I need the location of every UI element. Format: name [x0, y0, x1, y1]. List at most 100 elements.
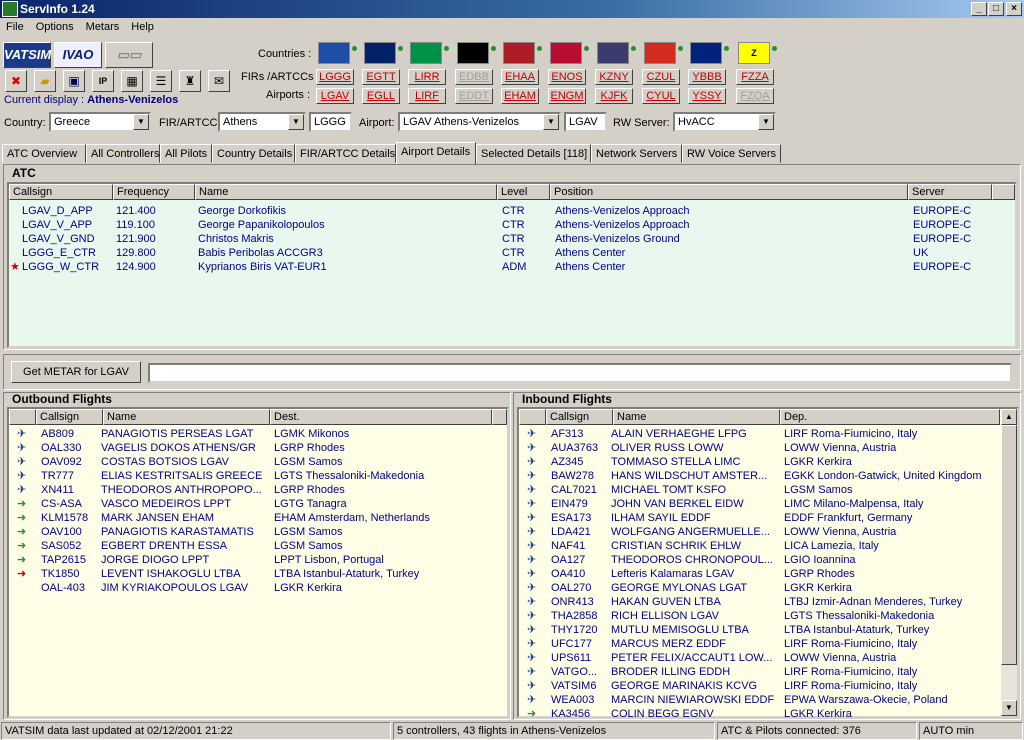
chevron-down-icon[interactable]: ▼	[758, 114, 774, 130]
table-row[interactable]: ✈ BAW278 HANS WILDSCHUT AMSTER... EGKK Lond…	[519, 469, 1001, 483]
tab-rw-voice-servers[interactable]: RW Voice Servers	[682, 144, 781, 163]
minimize-button[interactable]: _	[971, 2, 987, 16]
fir-button-lggg[interactable]: LGGG	[316, 69, 354, 85]
airport-button-kjfk[interactable]: KJFK	[595, 88, 633, 104]
message-icon[interactable]: ✉	[208, 70, 230, 92]
table-row[interactable]: ✈ CAL7021 MICHAEL TOMT KSFO LGSM Samos	[519, 483, 1001, 497]
menu-options[interactable]: Options	[36, 21, 74, 33]
rw-server-select[interactable]: HvACC ▼	[673, 112, 776, 132]
flag-canada[interactable]	[644, 42, 676, 64]
fir-button-czul[interactable]: CZUL	[642, 69, 680, 85]
table-row[interactable]: LGAV_V_APP 119.100 George Papanikolopoulos…	[9, 218, 1015, 232]
close-window-button[interactable]: ×	[1006, 2, 1022, 16]
table-row[interactable]: LGGG_E_CTR 129.800 Babis Peribolas ACCGR3 C…	[9, 246, 1015, 260]
flag-usa[interactable]	[597, 42, 629, 64]
atc-column-header[interactable]: Position	[550, 184, 908, 200]
save-icon[interactable]: ▣	[63, 70, 85, 92]
inbound-column-header[interactable]: Callsign	[546, 409, 613, 425]
fir-button-lirr[interactable]: LIRR	[408, 69, 446, 85]
table-row[interactable]: ➜ CS-ASA VASCO MEDEIROS LPPT LGTG Tanagra	[9, 497, 491, 511]
atc-column-header[interactable]: Callsign	[9, 184, 113, 200]
menu-metars[interactable]: Metars	[86, 21, 120, 33]
ivao-logo-button[interactable]: IVAO	[54, 42, 102, 68]
fir-button-egtt[interactable]: EGTT	[362, 69, 400, 85]
menu-file[interactable]: File	[6, 21, 24, 33]
atc-column-header[interactable]: Frequency	[113, 184, 195, 200]
table-row[interactable]: ★ LGGG_W_CTR 124.900 Kyprianos Biris VAT-EU…	[9, 260, 1015, 274]
table-row[interactable]: ➜ KA3456 COLIN BEGG EGNV LGKR Kerkira	[519, 707, 1001, 721]
table-row[interactable]: ✈ EIN479 JOHN VAN BERKEL EIDW LIMC Milano-M…	[519, 497, 1001, 511]
airport-button-lgav[interactable]: LGAV	[316, 88, 354, 104]
airport-button-lirf[interactable]: LIRF	[408, 88, 446, 104]
flag-z[interactable]: Z	[738, 42, 770, 64]
table-row[interactable]: ✈ LDA421 WOLFGANG ANGERMUELLE... LOWW Vienn…	[519, 525, 1001, 539]
airport-select[interactable]: LGAV Athens-Venizelos ▼	[398, 112, 561, 132]
inbound-column-header[interactable]: Name	[613, 409, 780, 425]
table-row[interactable]: ✈ AZ345 TOMMASO STELLA LIMC LGKR Kerkira	[519, 455, 1001, 469]
airport-code-field[interactable]: LGAV	[564, 112, 607, 132]
flag-netherlands[interactable]	[503, 42, 535, 64]
table-row[interactable]: ✈ UPS611 PETER FELIX/ACCAUT1 LOW... LOWW Vi…	[519, 651, 1001, 665]
table-row[interactable]: ✈ XN411 THEODOROS ANTHROPOPO... LGRP Rhodes	[9, 483, 491, 497]
get-metar-button[interactable]: Get METAR for LGAV	[11, 361, 141, 383]
flag-italy[interactable]	[410, 42, 442, 64]
outbound-column-header[interactable]: Callsign	[36, 409, 103, 425]
flag-norway[interactable]	[550, 42, 582, 64]
tab-airport-details[interactable]: Airport Details	[396, 142, 476, 164]
tab-fir-artcc-details[interactable]: FIR/ARTCC Details	[295, 144, 396, 163]
chevron-down-icon[interactable]: ▼	[133, 114, 149, 130]
fir-button-ybbb[interactable]: YBBB	[688, 69, 726, 85]
outbound-column-header[interactable]: Name	[103, 409, 270, 425]
fir-code-field[interactable]: LGGG	[309, 112, 352, 132]
vertical-scrollbar[interactable]: ▲ ▼	[1001, 409, 1017, 716]
metar-field[interactable]	[148, 363, 1012, 383]
airport-button-cyul[interactable]: CYUL	[642, 88, 680, 104]
atc-column-header[interactable]: Server	[908, 184, 992, 200]
tab-country-details[interactable]: Country Details	[212, 144, 295, 163]
airport-button-fzqa[interactable]: FZQA	[736, 88, 774, 104]
table-row[interactable]: ➜ SAS052 EGBERT DRENTH ESSA LGSM Samos	[9, 539, 491, 553]
table-row[interactable]: ➜ OAV100 PANAGIOTIS KARASTAMATIS LGSM Samos	[9, 525, 491, 539]
flag-uk[interactable]	[364, 42, 396, 64]
scroll-down-button[interactable]: ▼	[1001, 700, 1017, 716]
open-folder-icon[interactable]: ▰	[34, 70, 56, 92]
table-row[interactable]: ✈ ESA173 ILHAM SAYIL EDDF EDDF Frankfurt, G…	[519, 511, 1001, 525]
atc-column-header[interactable]: Level	[497, 184, 550, 200]
table-row[interactable]: ✈ OAL330 VAGELIS DOKOS ATHENS/GR LGRP Rhode…	[9, 441, 491, 455]
table-row[interactable]: ✈ OA410 Lefteris Kalamaras LGAV LGRP Rhodes	[519, 567, 1001, 581]
table-row[interactable]: ✈ OAV092 COSTAS BOTSIOS LGAV LGSM Samos	[9, 455, 491, 469]
table-row[interactable]: ✈ AF313 ALAIN VERHAEGHE LFPG LIRF Roma-Fium…	[519, 427, 1001, 441]
tab-all-pilots[interactable]: All Pilots	[160, 144, 212, 163]
tab-atc-overview[interactable]: ATC Overview	[2, 144, 86, 163]
fir-button-enos[interactable]: ENOS	[548, 69, 586, 85]
stop-icon[interactable]: ✖	[5, 70, 27, 92]
chevron-down-icon[interactable]: ▼	[288, 114, 304, 130]
fir-button-fzza[interactable]: FZZA	[736, 69, 774, 85]
scroll-up-button[interactable]: ▲	[1001, 409, 1017, 425]
table-row[interactable]: ➜ TK1850 LEVENT ISHAKOGLU LTBA LTBA Istanbu…	[9, 567, 491, 581]
table-row[interactable]: ✈ OAL270 GEORGE MYLONAS LGAT LGKR Kerkira	[519, 581, 1001, 595]
fir-button-edbb[interactable]: EDBB	[455, 69, 493, 85]
tab-selected-details-118[interactable]: Selected Details [118]	[476, 144, 591, 163]
table-row[interactable]: ✈ THA2858 RICH ELLISON LGAV LGTS Thessaloni…	[519, 609, 1001, 623]
airport-button-egll[interactable]: EGLL	[362, 88, 400, 104]
tab-network-servers[interactable]: Network Servers	[591, 144, 682, 163]
menu-help[interactable]: Help	[131, 21, 154, 33]
table-row[interactable]: ✈ UFC177 MARCUS MERZ EDDF LIRF Roma-Fiumici…	[519, 637, 1001, 651]
list-icon[interactable]: ☰	[150, 70, 172, 92]
table-row[interactable]: ✈ AUA3763 OLIVER RUSS LOWW LOWW Vienna, Aus…	[519, 441, 1001, 455]
flag-germany[interactable]	[457, 42, 489, 64]
table-row[interactable]: ✈ NAF41 CRISTIAN SCHRIK EHLW LICA Lamezia, …	[519, 539, 1001, 553]
airport-button-engm[interactable]: ENGM	[548, 88, 586, 104]
scroll-thumb[interactable]	[1001, 425, 1017, 665]
grid-icon[interactable]: ▦	[121, 70, 143, 92]
inbound-column-header[interactable]: Dep.	[780, 409, 1000, 425]
fir-select[interactable]: Athens ▼	[218, 112, 306, 132]
table-row[interactable]: LGAV_D_APP 121.400 George Dorkofikis CTR Ath…	[9, 204, 1015, 218]
outbound-column-header[interactable]: Dest.	[270, 409, 492, 425]
table-row[interactable]: OAL-403 JIM KYRIAKOPOULOS LGAV LGKR Kerkir…	[9, 581, 491, 595]
airport-button-eham[interactable]: EHAM	[501, 88, 539, 104]
table-row[interactable]: ✈ VATGO... BRODER ILLING EDDH LIRF Roma-Fiu…	[519, 665, 1001, 679]
table-row[interactable]: LGAV_V_GND 121.900 Christos Makris CTR Athen…	[9, 232, 1015, 246]
table-row[interactable]: ✈ VATSIM6 GEORGE MARINAKIS KCVG LIRF Roma-F…	[519, 679, 1001, 693]
